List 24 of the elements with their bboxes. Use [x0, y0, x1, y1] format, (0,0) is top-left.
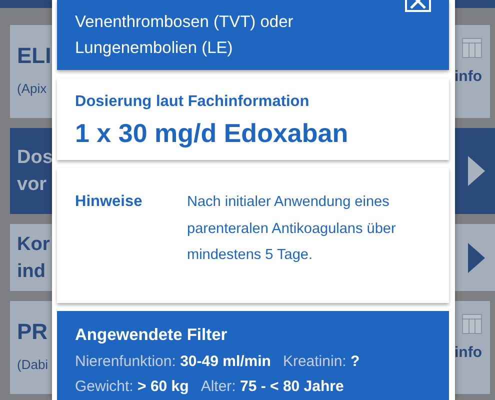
filter-text: Alter: 75 - < 80 Jahre: [200, 378, 344, 395]
nav-card-text: ind: [17, 260, 46, 284]
notes-text: Nach initialer Anwendung eines parenteralen Antikoagulans über mindestens 5 Tage.: [187, 193, 397, 265]
arrow-icon: [468, 156, 485, 186]
nav-card-text: Dos: [17, 146, 53, 170]
indication-text: Venenthrombosen (TVT) oder Lungenembolien (LE): [75, 12, 294, 59]
info-link[interactable]: info: [454, 68, 482, 85]
filter-text: Kreatinin: ?: [282, 353, 360, 370]
filters-title: Angewendete Filter: [75, 326, 228, 345]
info-link[interactable]: info: [454, 344, 482, 361]
drug-substance: (Apix: [17, 81, 48, 96]
table-icon[interactable]: [462, 38, 482, 58]
dosage-label: Dosierung laut Fachinformation: [75, 93, 310, 111]
notes-label: Hinweise: [75, 192, 144, 212]
drug-name: ELI: [17, 43, 52, 69]
filter-text: Gewicht: > 60 kg: [75, 378, 189, 395]
nav-card-text: vor: [17, 173, 48, 197]
arrow-icon: [468, 242, 485, 272]
dosage-value: 1 x 30 mg/d Edoxaban: [75, 118, 350, 149]
drug-name: PR: [17, 319, 48, 345]
drug-substance: (Dabi: [17, 357, 48, 372]
nav-card-text: Kor: [17, 232, 50, 256]
table-icon[interactable]: [462, 314, 482, 334]
filter-text: Nierenfunktion: 30-49 ml/min: [75, 353, 271, 370]
